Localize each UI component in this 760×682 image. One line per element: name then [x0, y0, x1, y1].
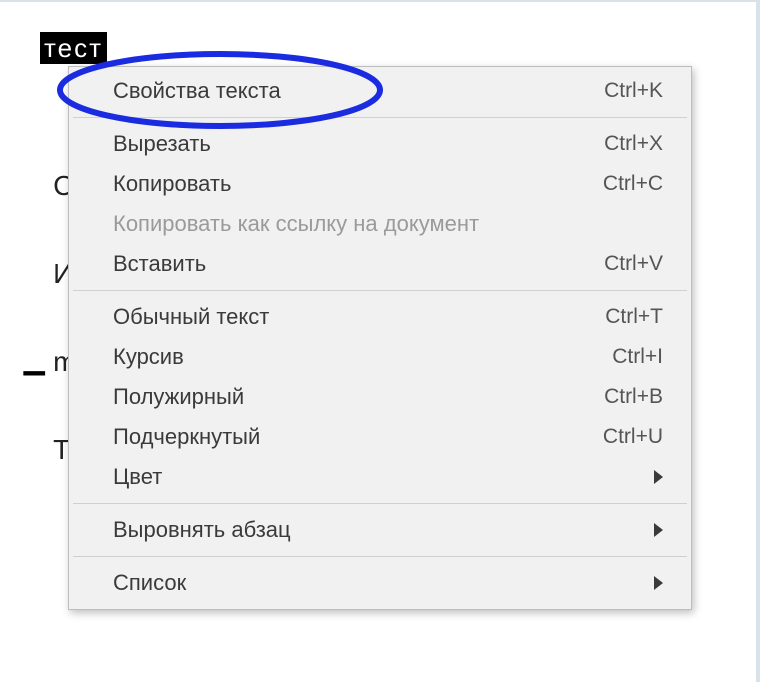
menu-item-shortcut: Ctrl+V — [604, 252, 663, 276]
menu-item-color[interactable]: Цвет — [69, 457, 691, 497]
menu-item-label: Курсив — [113, 344, 592, 370]
menu-item-label: Выровнять абзац — [113, 517, 642, 543]
menu-item-shortcut: Ctrl+K — [604, 79, 663, 103]
menu-item-shortcut: Ctrl+I — [612, 345, 663, 369]
app-frame: тест С У Ин ma Те – Свойства текстаCtrl+… — [0, 0, 760, 682]
menu-separator — [73, 290, 687, 291]
menu-item-copy-link: Копировать как ссылку на документ — [69, 204, 691, 244]
menu-item-shortcut: Ctrl+X — [604, 132, 663, 156]
menu-item-label: Копировать — [113, 171, 583, 197]
menu-item-label: Вырезать — [113, 131, 584, 157]
submenu-arrow-icon — [654, 576, 663, 590]
menu-item-underline[interactable]: Подчеркнутый Ctrl+U — [69, 417, 691, 457]
menu-item-plain[interactable]: Обычный текст Ctrl+T — [69, 297, 691, 337]
selected-text: тест — [40, 32, 107, 64]
submenu-arrow-icon — [654, 523, 663, 537]
menu-item-copy[interactable]: Копировать Ctrl+C — [69, 164, 691, 204]
menu-item-label: Копировать как ссылку на документ — [113, 211, 663, 237]
submenu-arrow-icon — [654, 470, 663, 484]
menu-item-shortcut: Ctrl+T — [605, 305, 663, 329]
menu-item-list[interactable]: Список — [69, 563, 691, 603]
menu-item-label: Свойства текста — [113, 78, 584, 104]
menu-item-shortcut: Ctrl+U — [603, 425, 663, 449]
menu-separator — [73, 117, 687, 118]
menu-item-shortcut: Ctrl+B — [604, 385, 663, 409]
menu-item-label: Вставить — [113, 251, 584, 277]
menu-separator — [73, 556, 687, 557]
menu-item-italic[interactable]: Курсив Ctrl+I — [69, 337, 691, 377]
menu-item-label: Цвет — [113, 464, 642, 490]
context-menu[interactable]: Свойства текста Ctrl+K Вырезать Ctrl+X Копир… — [68, 66, 692, 610]
menu-separator — [73, 503, 687, 504]
menu-item-label: Полужирный — [113, 384, 584, 410]
menu-item-paste[interactable]: Вставить Ctrl+V — [69, 244, 691, 284]
menu-item-bold[interactable]: Полужирный Ctrl+B — [69, 377, 691, 417]
menu-item-label: Подчеркнутый — [113, 424, 583, 450]
menu-item-shortcut: Ctrl+C — [603, 172, 663, 196]
menu-item-align[interactable]: Выровнять абзац — [69, 510, 691, 550]
menu-item-text-properties[interactable]: Свойства текста Ctrl+K — [69, 71, 691, 111]
dash-mark: – — [22, 346, 46, 396]
menu-item-label: Обычный текст — [113, 304, 585, 330]
menu-item-label: Список — [113, 570, 642, 596]
menu-item-cut[interactable]: Вырезать Ctrl+X — [69, 124, 691, 164]
